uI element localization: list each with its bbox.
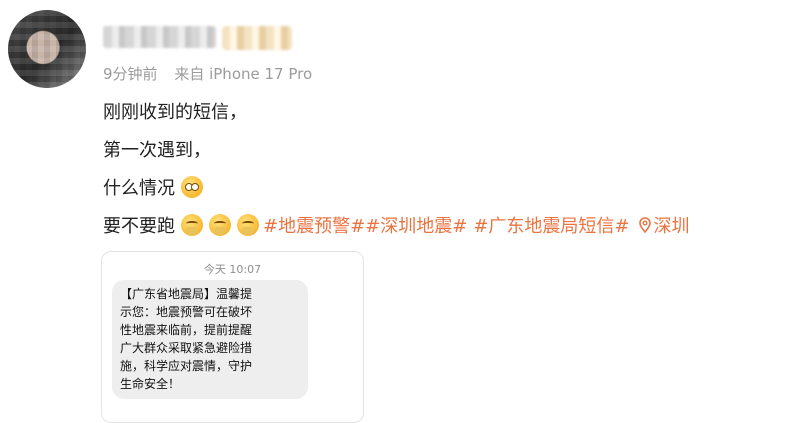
hashtag-guangdong-bureau-sms[interactable]: #广东地震局短信# xyxy=(473,212,629,238)
praying-face-icon xyxy=(237,214,259,236)
sms-line: 示您：地震预警可在破坏 xyxy=(120,305,253,319)
location-pin-icon xyxy=(638,217,651,233)
location-link[interactable]: 深圳 xyxy=(638,212,690,238)
hashtag-shenzhen-earthquake[interactable]: #深圳地震# xyxy=(365,212,467,238)
username-blurred[interactable] xyxy=(103,26,216,48)
flushed-face-icon xyxy=(181,176,203,198)
post-line-2: 第一次遇到， xyxy=(103,136,211,162)
sms-line: 施，科学应对震情，守护 xyxy=(120,359,253,373)
sms-line: 广大群众采取紧急避险措 xyxy=(120,341,253,355)
sms-line: 生命安全！ xyxy=(120,377,181,391)
sms-timestamp: 今天 10:07 xyxy=(203,263,262,276)
post-source[interactable]: 来自 iPhone 17 Pro xyxy=(174,65,312,83)
sms-line: 【广东省地震局】温馨提 xyxy=(120,287,253,301)
post-line-4: 要不要跑 #地震预警# #深圳地震# #广东地震局短信# 深圳 xyxy=(103,212,690,238)
avatar[interactable] xyxy=(8,10,86,88)
post-line-3: 什么情况 xyxy=(103,174,203,200)
location-label: 深圳 xyxy=(653,216,690,237)
hashtag-earthquake-warning[interactable]: #地震预警# xyxy=(263,212,365,238)
post-text: 要不要跑 xyxy=(103,216,175,237)
post-text: 刚刚收到的短信， xyxy=(103,102,247,123)
post-meta: 9分钟前 来自 iPhone 17 Pro xyxy=(103,63,312,84)
sms-line: 性地震来临前，提前提醒 xyxy=(120,323,253,337)
sms-screenshot-image[interactable]: 今天 10:07 【广东省地震局】温馨提 示您：地震预警可在破坏 性地震来临前，… xyxy=(101,251,364,423)
post-time: 9分钟前 xyxy=(103,65,158,83)
post-text: 什么情况 xyxy=(103,178,175,199)
praying-face-icon xyxy=(209,214,231,236)
post-text: 第一次遇到， xyxy=(103,140,211,161)
post-line-1: 刚刚收到的短信， xyxy=(103,98,247,124)
sms-message-bubble: 【广东省地震局】温馨提 示您：地震预警可在破坏 性地震来临前，提前提醒 广大群众… xyxy=(112,280,308,399)
avatar-mosaic xyxy=(8,10,86,88)
praying-face-icon xyxy=(181,214,203,236)
user-badge-blurred xyxy=(222,26,292,50)
